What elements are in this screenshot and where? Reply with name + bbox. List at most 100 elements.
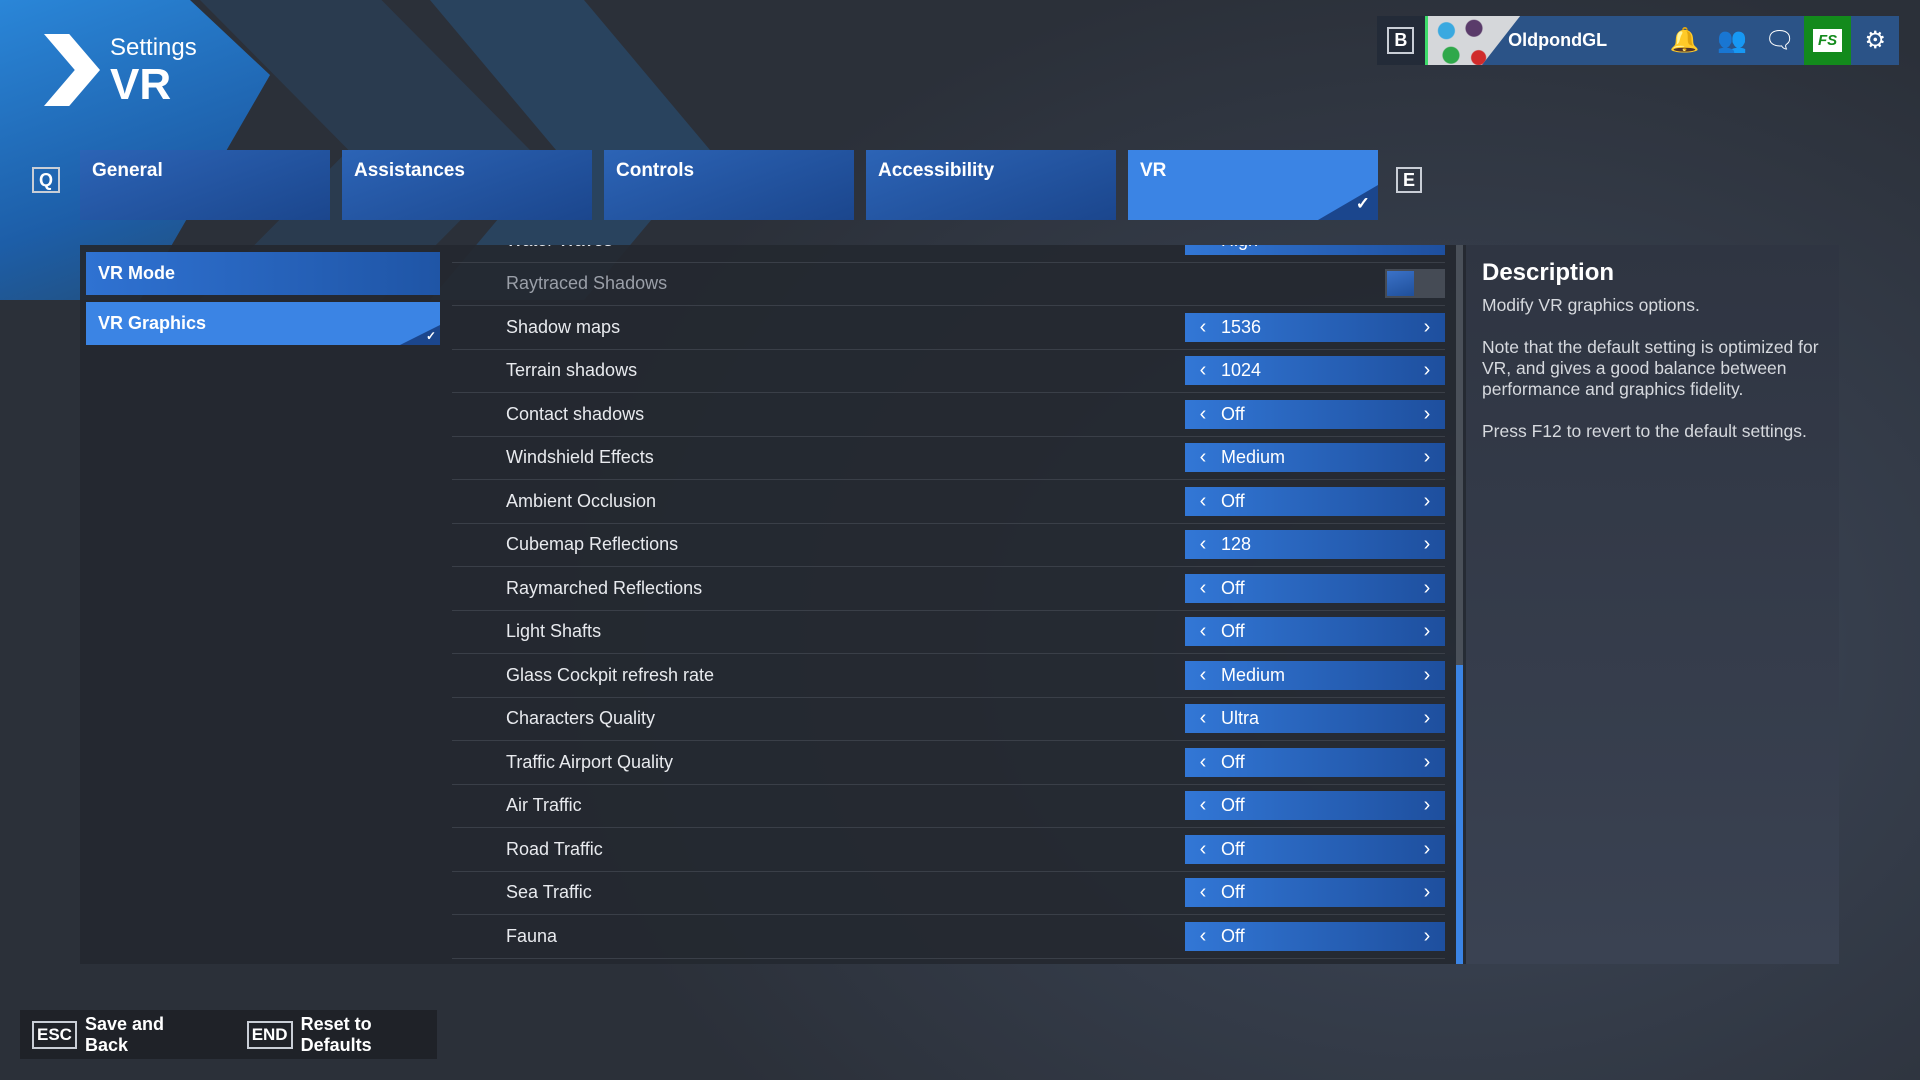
terrain-shadows-selector[interactable]: ‹ 1024 ›	[1185, 356, 1445, 386]
chevron-right-icon[interactable]: ›	[1409, 881, 1445, 904]
raymarched-reflections-selector[interactable]: ‹ Off ›	[1185, 573, 1445, 603]
chevron-left-icon[interactable]: ‹	[1185, 838, 1221, 861]
chevron-left-icon[interactable]: ‹	[1185, 359, 1221, 382]
road-traffic-selector[interactable]: ‹ Off ›	[1185, 834, 1445, 864]
chevron-right-icon[interactable]: ›	[1409, 620, 1445, 643]
tab-controls[interactable]: Controls	[604, 150, 854, 220]
chevron-left-icon[interactable]: ‹	[1185, 403, 1221, 426]
tab-vr[interactable]: VR ✓	[1128, 150, 1378, 220]
setting-row[interactable]: Raymarched Reflections ‹ Off ›	[452, 567, 1445, 611]
setting-label: Light Shafts	[506, 621, 602, 642]
chevron-left-icon[interactable]: ‹	[1185, 446, 1221, 469]
characters-quality-selector[interactable]: ‹ Ultra ›	[1185, 704, 1445, 734]
chevron-right-icon[interactable]: ›	[1409, 838, 1445, 861]
esc-key-hint[interactable]: ESC	[32, 1020, 77, 1049]
description-text: Note that the default setting is optimiz…	[1482, 337, 1819, 399]
chevron-right-icon[interactable]: ›	[1409, 359, 1445, 382]
username[interactable]: OldpondGL	[1508, 30, 1661, 51]
chevron-right-icon[interactable]: ›	[1409, 707, 1445, 730]
setting-row[interactable]: Water Waves ‹High›	[452, 245, 1445, 263]
air-traffic-selector[interactable]: ‹ Off ›	[1185, 791, 1445, 821]
setting-row[interactable]: Raytraced Shadows	[452, 263, 1445, 306]
setting-row[interactable]: Light Shafts ‹ Off ›	[452, 611, 1445, 654]
gear-icon[interactable]: ⚙	[1851, 16, 1899, 65]
setting-row[interactable]: Road Traffic ‹ Off ›	[452, 828, 1445, 872]
chevron-icon	[44, 34, 100, 106]
sidebar-item-vr-mode[interactable]: VR Mode	[86, 252, 440, 295]
setting-row[interactable]: Characters Quality ‹ Ultra ›	[452, 698, 1445, 741]
setting-row[interactable]: Traffic Airport Quality ‹ Off ›	[452, 741, 1445, 785]
reset-defaults-button[interactable]: Reset to Defaults	[301, 1014, 437, 1056]
chevron-right-icon[interactable]: ›	[1409, 751, 1445, 774]
setting-row[interactable]: Sea Traffic ‹ Off ›	[452, 872, 1445, 915]
settings-list: Water Waves‹High›Raytraced ShadowsShadow…	[452, 245, 1445, 964]
key-hint-b[interactable]: B	[1387, 27, 1415, 54]
chevron-left-icon[interactable]: ‹	[1185, 620, 1221, 643]
chevron-right-icon[interactable]: ›	[1409, 925, 1445, 948]
chevron-left-icon[interactable]: ‹	[1185, 316, 1221, 339]
store-icon[interactable]: FS	[1803, 16, 1852, 65]
traffic-airport-quality-selector[interactable]: ‹ Off ›	[1185, 747, 1445, 777]
chevron-left-icon[interactable]: ‹	[1185, 533, 1221, 556]
chevron-left-icon[interactable]: ‹	[1185, 794, 1221, 817]
sea-traffic-selector[interactable]: ‹ Off ›	[1185, 878, 1445, 908]
chevron-left-icon[interactable]: ‹	[1185, 664, 1221, 687]
setting-row[interactable]: Windshield Effects ‹ Medium ›	[452, 437, 1445, 480]
water-waves-selector[interactable]: ‹High›	[1185, 245, 1445, 255]
setting-row[interactable]: Glass Cockpit refresh rate ‹ Medium ›	[452, 654, 1445, 698]
avatar[interactable]	[1424, 16, 1521, 65]
tab-general[interactable]: General	[80, 150, 330, 220]
setting-value: Off	[1221, 882, 1245, 903]
setting-row[interactable]: Shadow maps ‹ 1536 ›	[452, 306, 1445, 350]
setting-label: Road Traffic	[506, 838, 603, 859]
next-tab-key: E	[1396, 167, 1423, 193]
setting-row[interactable]: Ambient Occlusion ‹ Off ›	[452, 480, 1445, 524]
setting-label: Cubemap Reflections	[506, 534, 679, 555]
cubemap-reflections-selector[interactable]: ‹ 128 ›	[1185, 530, 1445, 560]
save-and-back-button[interactable]: Save and Back	[85, 1014, 203, 1056]
chevron-left-icon[interactable]: ‹	[1185, 707, 1221, 730]
chevron-left-icon[interactable]: ‹	[1185, 751, 1221, 774]
chevron-left-icon[interactable]: ‹	[1185, 881, 1221, 904]
windshield-effects-selector[interactable]: ‹ Medium ›	[1185, 443, 1445, 473]
chevron-right-icon[interactable]: ›	[1409, 403, 1445, 426]
shadow-maps-selector[interactable]: ‹ 1536 ›	[1185, 312, 1445, 342]
setting-row[interactable]: Contact shadows ‹ Off ›	[452, 393, 1445, 437]
chevron-left-icon[interactable]: ‹	[1185, 925, 1221, 948]
chevron-right-icon[interactable]: ›	[1409, 490, 1445, 513]
glass-cockpit-refresh-rate-selector[interactable]: ‹ Medium ›	[1185, 660, 1445, 690]
sidebar-item-vr-graphics[interactable]: VR Graphics ✓	[86, 302, 440, 345]
setting-value: Medium	[1221, 664, 1286, 685]
fauna-selector[interactable]: ‹ Off ›	[1185, 921, 1445, 951]
setting-row[interactable]: Fauna ‹ Off ›	[452, 915, 1445, 959]
scrollbar-thumb[interactable]	[1456, 665, 1463, 964]
raytraced-shadows-toggle[interactable]	[1385, 269, 1445, 299]
top-bar: B OldpondGL 🔔 👥 🗨 FS ⚙	[1377, 16, 1899, 65]
setting-row[interactable]: Cubemap Reflections ‹ 128 ›	[452, 524, 1445, 567]
ambient-occlusion-selector[interactable]: ‹ Off ›	[1185, 486, 1445, 516]
description-title: Description	[1482, 259, 1615, 286]
chevron-right-icon[interactable]: ›	[1409, 664, 1445, 687]
chevron-left-icon[interactable]: ‹	[1185, 490, 1221, 513]
setting-label: Fauna	[506, 925, 558, 946]
setting-row[interactable]: Terrain shadows ‹ 1024 ›	[452, 350, 1445, 393]
setting-label: Ambient Occlusion	[506, 490, 657, 511]
chevron-right-icon[interactable]: ›	[1409, 533, 1445, 556]
chevron-right-icon[interactable]: ›	[1409, 446, 1445, 469]
end-key-hint[interactable]: END	[246, 1020, 293, 1049]
setting-row[interactable]: Air Traffic ‹ Off ›	[452, 785, 1445, 828]
tab-accessibility[interactable]: Accessibility	[866, 150, 1116, 220]
friends-icon[interactable]: 👥	[1708, 16, 1756, 65]
chevron-right-icon[interactable]: ›	[1409, 316, 1445, 339]
chevron-right-icon[interactable]: ›	[1409, 577, 1445, 600]
chevron-right-icon[interactable]: ›	[1409, 794, 1445, 817]
light-shafts-selector[interactable]: ‹ Off ›	[1185, 617, 1445, 647]
bell-icon[interactable]: 🔔	[1661, 16, 1709, 65]
chat-icon[interactable]: 🗨	[1756, 16, 1804, 65]
scrollbar[interactable]	[1456, 245, 1463, 964]
chevron-right-icon[interactable]: ›	[1409, 245, 1445, 252]
chevron-left-icon[interactable]: ‹	[1185, 245, 1221, 252]
chevron-left-icon[interactable]: ‹	[1185, 577, 1221, 600]
tab-assistances[interactable]: Assistances	[342, 150, 592, 220]
contact-shadows-selector[interactable]: ‹ Off ›	[1185, 399, 1445, 429]
